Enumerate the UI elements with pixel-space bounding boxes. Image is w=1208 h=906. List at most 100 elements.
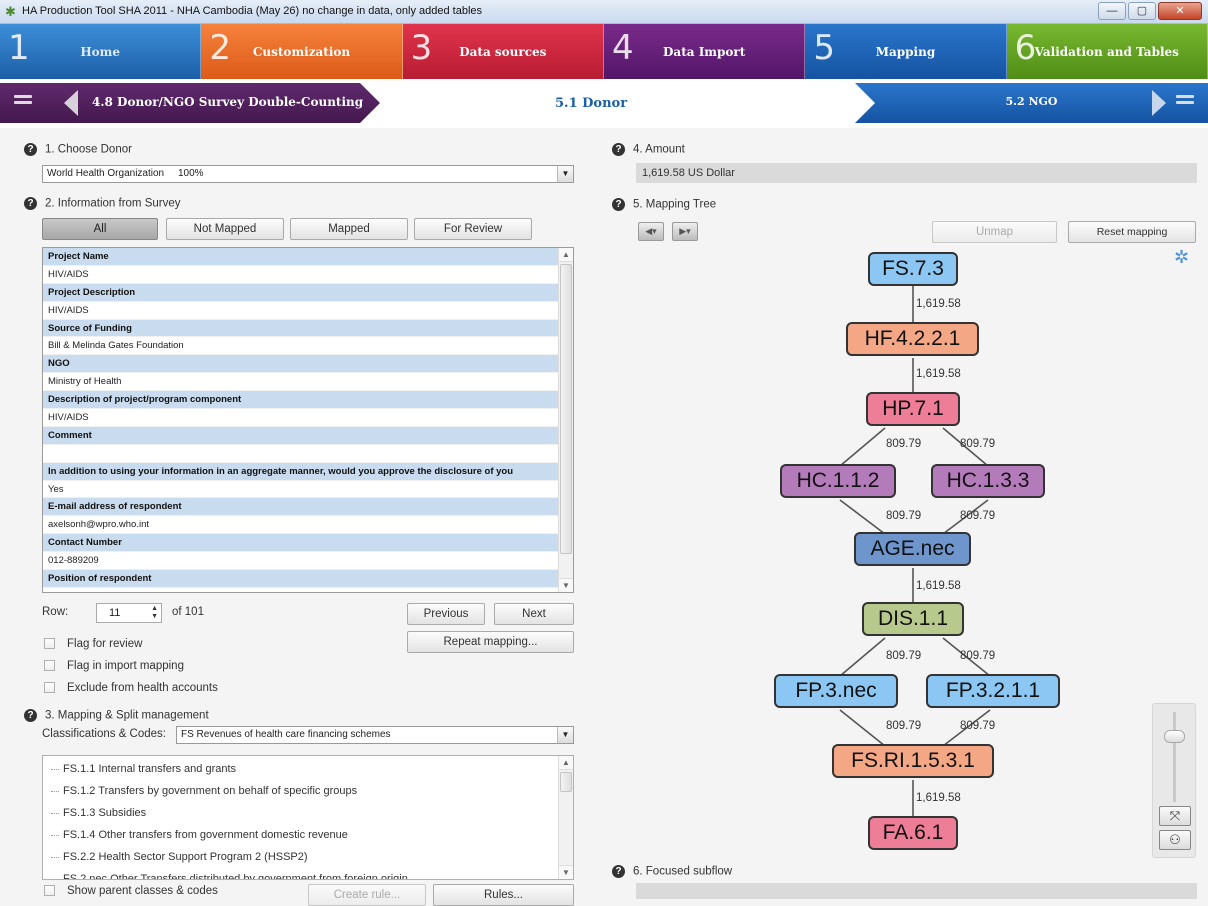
node-fs-7-3[interactable]: FS.7.3 [868, 252, 958, 286]
tree-item[interactable]: FS.1.2 Transfers by government on behalf… [43, 780, 557, 802]
flag-import-checkbox[interactable]: Flag in import mapping [44, 660, 184, 672]
survey-field-value[interactable]: HIV/AIDS [43, 301, 558, 320]
step-data-sources[interactable]: 3 Data sources [402, 24, 604, 79]
step-mapping[interactable]: 5 Mapping [805, 24, 1007, 79]
node-fp-3-nec[interactable]: FP.3.nec [774, 674, 898, 708]
window-controls: — ▢ ✕ [1098, 2, 1202, 20]
survey-field-label[interactable]: Project Name [43, 248, 558, 266]
node-fp-3-2-1-1[interactable]: FP.3.2.1.1 [926, 674, 1060, 708]
survey-field-label[interactable]: Contact Number [43, 534, 558, 553]
reset-mapping-button[interactable]: Reset mapping [1068, 221, 1196, 243]
tree-item[interactable]: FS.2.nec Other Transfers distributed by … [43, 868, 557, 879]
redo-icon[interactable]: ▶▾ [672, 222, 698, 241]
survey-field-value[interactable]: HIV/AIDS [43, 409, 558, 427]
checkbox-box[interactable] [44, 660, 55, 672]
step-data-import[interactable]: 4 Data Import [603, 24, 806, 79]
scroll-thumb[interactable] [560, 772, 572, 792]
next-button[interactable]: Next [494, 603, 574, 625]
survey-field-value[interactable]: Ministry of Health [43, 373, 558, 392]
tree-scrollbar[interactable]: ▲ ▼ [558, 756, 573, 879]
survey-field-label[interactable]: E-mail address of respondent [43, 498, 558, 517]
survey-field-label[interactable]: NGO [43, 355, 558, 374]
checkbox-box[interactable] [44, 682, 55, 694]
survey-field-value[interactable]: 012-889209 [43, 552, 558, 571]
survey-field-value[interactable]: HIV/AIDS [43, 265, 558, 284]
exclude-checkbox[interactable]: Exclude from health accounts [44, 682, 218, 694]
edge-label: 1,619.58 [916, 368, 961, 380]
step-validation-tables[interactable]: 6 Validation and Tables [1006, 24, 1208, 79]
node-hp-7-1[interactable]: HP.7.1 [866, 392, 960, 426]
scroll-thumb[interactable] [560, 264, 572, 554]
filter-mapped-button[interactable]: Mapped [290, 218, 408, 240]
survey-rows: Project Name HIV/AIDS Project Description H… [43, 248, 558, 588]
tree-item[interactable]: FS.1.4 Other transfers from government d… [43, 824, 557, 846]
node-fa-6-1[interactable]: FA.6.1 [868, 816, 958, 850]
choose-donor-heading: ? 1. Choose Donor [24, 143, 132, 156]
node-hc-1-3-3[interactable]: HC.1.3.3 [931, 464, 1045, 498]
help-icon[interactable]: ? [24, 709, 37, 722]
repeat-mapping-button[interactable]: Repeat mapping... [407, 631, 574, 653]
row-number-input[interactable]: 11 ▲ ▼ [96, 603, 162, 623]
step-customization[interactable]: 2 Customization [201, 24, 403, 79]
checkbox-box[interactable] [44, 638, 55, 650]
previous-button[interactable]: Previous [407, 603, 485, 625]
help-icon[interactable]: ? [612, 865, 625, 878]
survey-field-value[interactable]: Yes [43, 480, 558, 499]
survey-field-value[interactable] [43, 444, 558, 463]
spinner-arrows-icon[interactable]: ▲ ▼ [151, 605, 158, 621]
scroll-up-icon[interactable]: ▲ [559, 248, 573, 262]
classifications-select[interactable]: FS Revenues of health care financing sch… [176, 726, 574, 744]
tree-item[interactable]: FS.1.3 Subsidies [43, 802, 557, 824]
zoom-slider-handle[interactable] [1164, 730, 1185, 743]
donor-select[interactable]: World Health Organization 100% ▼ [42, 165, 574, 183]
node-dis-1-1[interactable]: DIS.1.1 [862, 602, 964, 636]
checkbox-box[interactable] [44, 885, 55, 897]
help-icon[interactable]: ? [24, 197, 37, 210]
layout-tree-icon[interactable]: ⚇ [1159, 830, 1191, 850]
help-icon[interactable]: ? [612, 198, 625, 211]
step-label: Customization [252, 45, 351, 59]
flag-review-checkbox[interactable]: Flag for review [44, 638, 142, 650]
node-hf-4-2-2-1[interactable]: HF.4.2.2.1 [846, 322, 979, 356]
classification-tree[interactable]: FS.1.1 Internal transfers and grants FS.… [42, 755, 574, 880]
tree-item[interactable]: FS.1.1 Internal transfers and grants [43, 758, 557, 780]
survey-field-value[interactable]: axelsonh@wpro.who.int [43, 516, 558, 535]
scroll-down-icon[interactable]: ▼ [559, 865, 573, 879]
node-age-nec[interactable]: AGE.nec [854, 532, 971, 566]
close-button[interactable]: ✕ [1158, 2, 1202, 20]
next-substep[interactable]: 5.2 NGO [855, 83, 1208, 123]
help-icon[interactable]: ? [24, 143, 37, 156]
survey-field-label[interactable]: Position of respondent [43, 570, 558, 588]
undo-icon[interactable]: ◀▾ [638, 222, 664, 241]
survey-field-label[interactable]: In addition to using your information in… [43, 462, 558, 481]
maximize-button[interactable]: ▢ [1128, 2, 1156, 20]
minimize-button[interactable]: — [1098, 2, 1126, 20]
mapping-heading: ? 3. Mapping & Split management [24, 709, 209, 722]
filter-not-mapped-button[interactable]: Not Mapped [166, 218, 284, 240]
zoom-track[interactable] [1173, 712, 1176, 802]
fit-to-screen-icon[interactable]: ⤧ [1159, 806, 1191, 826]
menu-icon[interactable] [14, 95, 32, 111]
help-icon[interactable]: ? [612, 143, 625, 156]
filter-all-button[interactable]: All [42, 218, 158, 240]
prev-substep[interactable]: 4.8 Donor/NGO Survey Double-Counting [0, 83, 380, 123]
survey-field-value[interactable]: Bill & Melinda Gates Foundation [43, 337, 558, 356]
survey-field-label[interactable]: Project Description [43, 283, 558, 302]
survey-field-label[interactable]: Source of Funding [43, 319, 558, 338]
scroll-down-icon[interactable]: ▼ [559, 578, 573, 592]
step-home[interactable]: 1 Home [0, 24, 202, 79]
menu-icon[interactable] [1176, 95, 1194, 111]
survey-table[interactable]: Project Name HIV/AIDS Project Description H… [42, 247, 574, 593]
survey-field-label[interactable]: Comment [43, 426, 558, 445]
survey-field-label[interactable]: Description of project/program component [43, 391, 558, 410]
show-parent-checkbox[interactable]: Show parent classes & codes [44, 885, 218, 897]
node-fs-ri-1-5-3-1[interactable]: FS.RI.1.5.3.1 [832, 744, 994, 778]
tree-item[interactable]: FS.2.2 Health Sector Support Program 2 (… [43, 846, 557, 868]
scroll-up-icon[interactable]: ▲ [559, 756, 573, 770]
rules-button[interactable]: Rules... [433, 884, 574, 906]
survey-scrollbar[interactable]: ▲ ▼ [558, 248, 573, 592]
filter-for-review-button[interactable]: For Review [414, 218, 532, 240]
node-hc-1-1-2[interactable]: HC.1.1.2 [780, 464, 896, 498]
create-rule-button[interactable]: Create rule... [308, 884, 426, 906]
unmap-button[interactable]: Unmap [932, 221, 1057, 243]
